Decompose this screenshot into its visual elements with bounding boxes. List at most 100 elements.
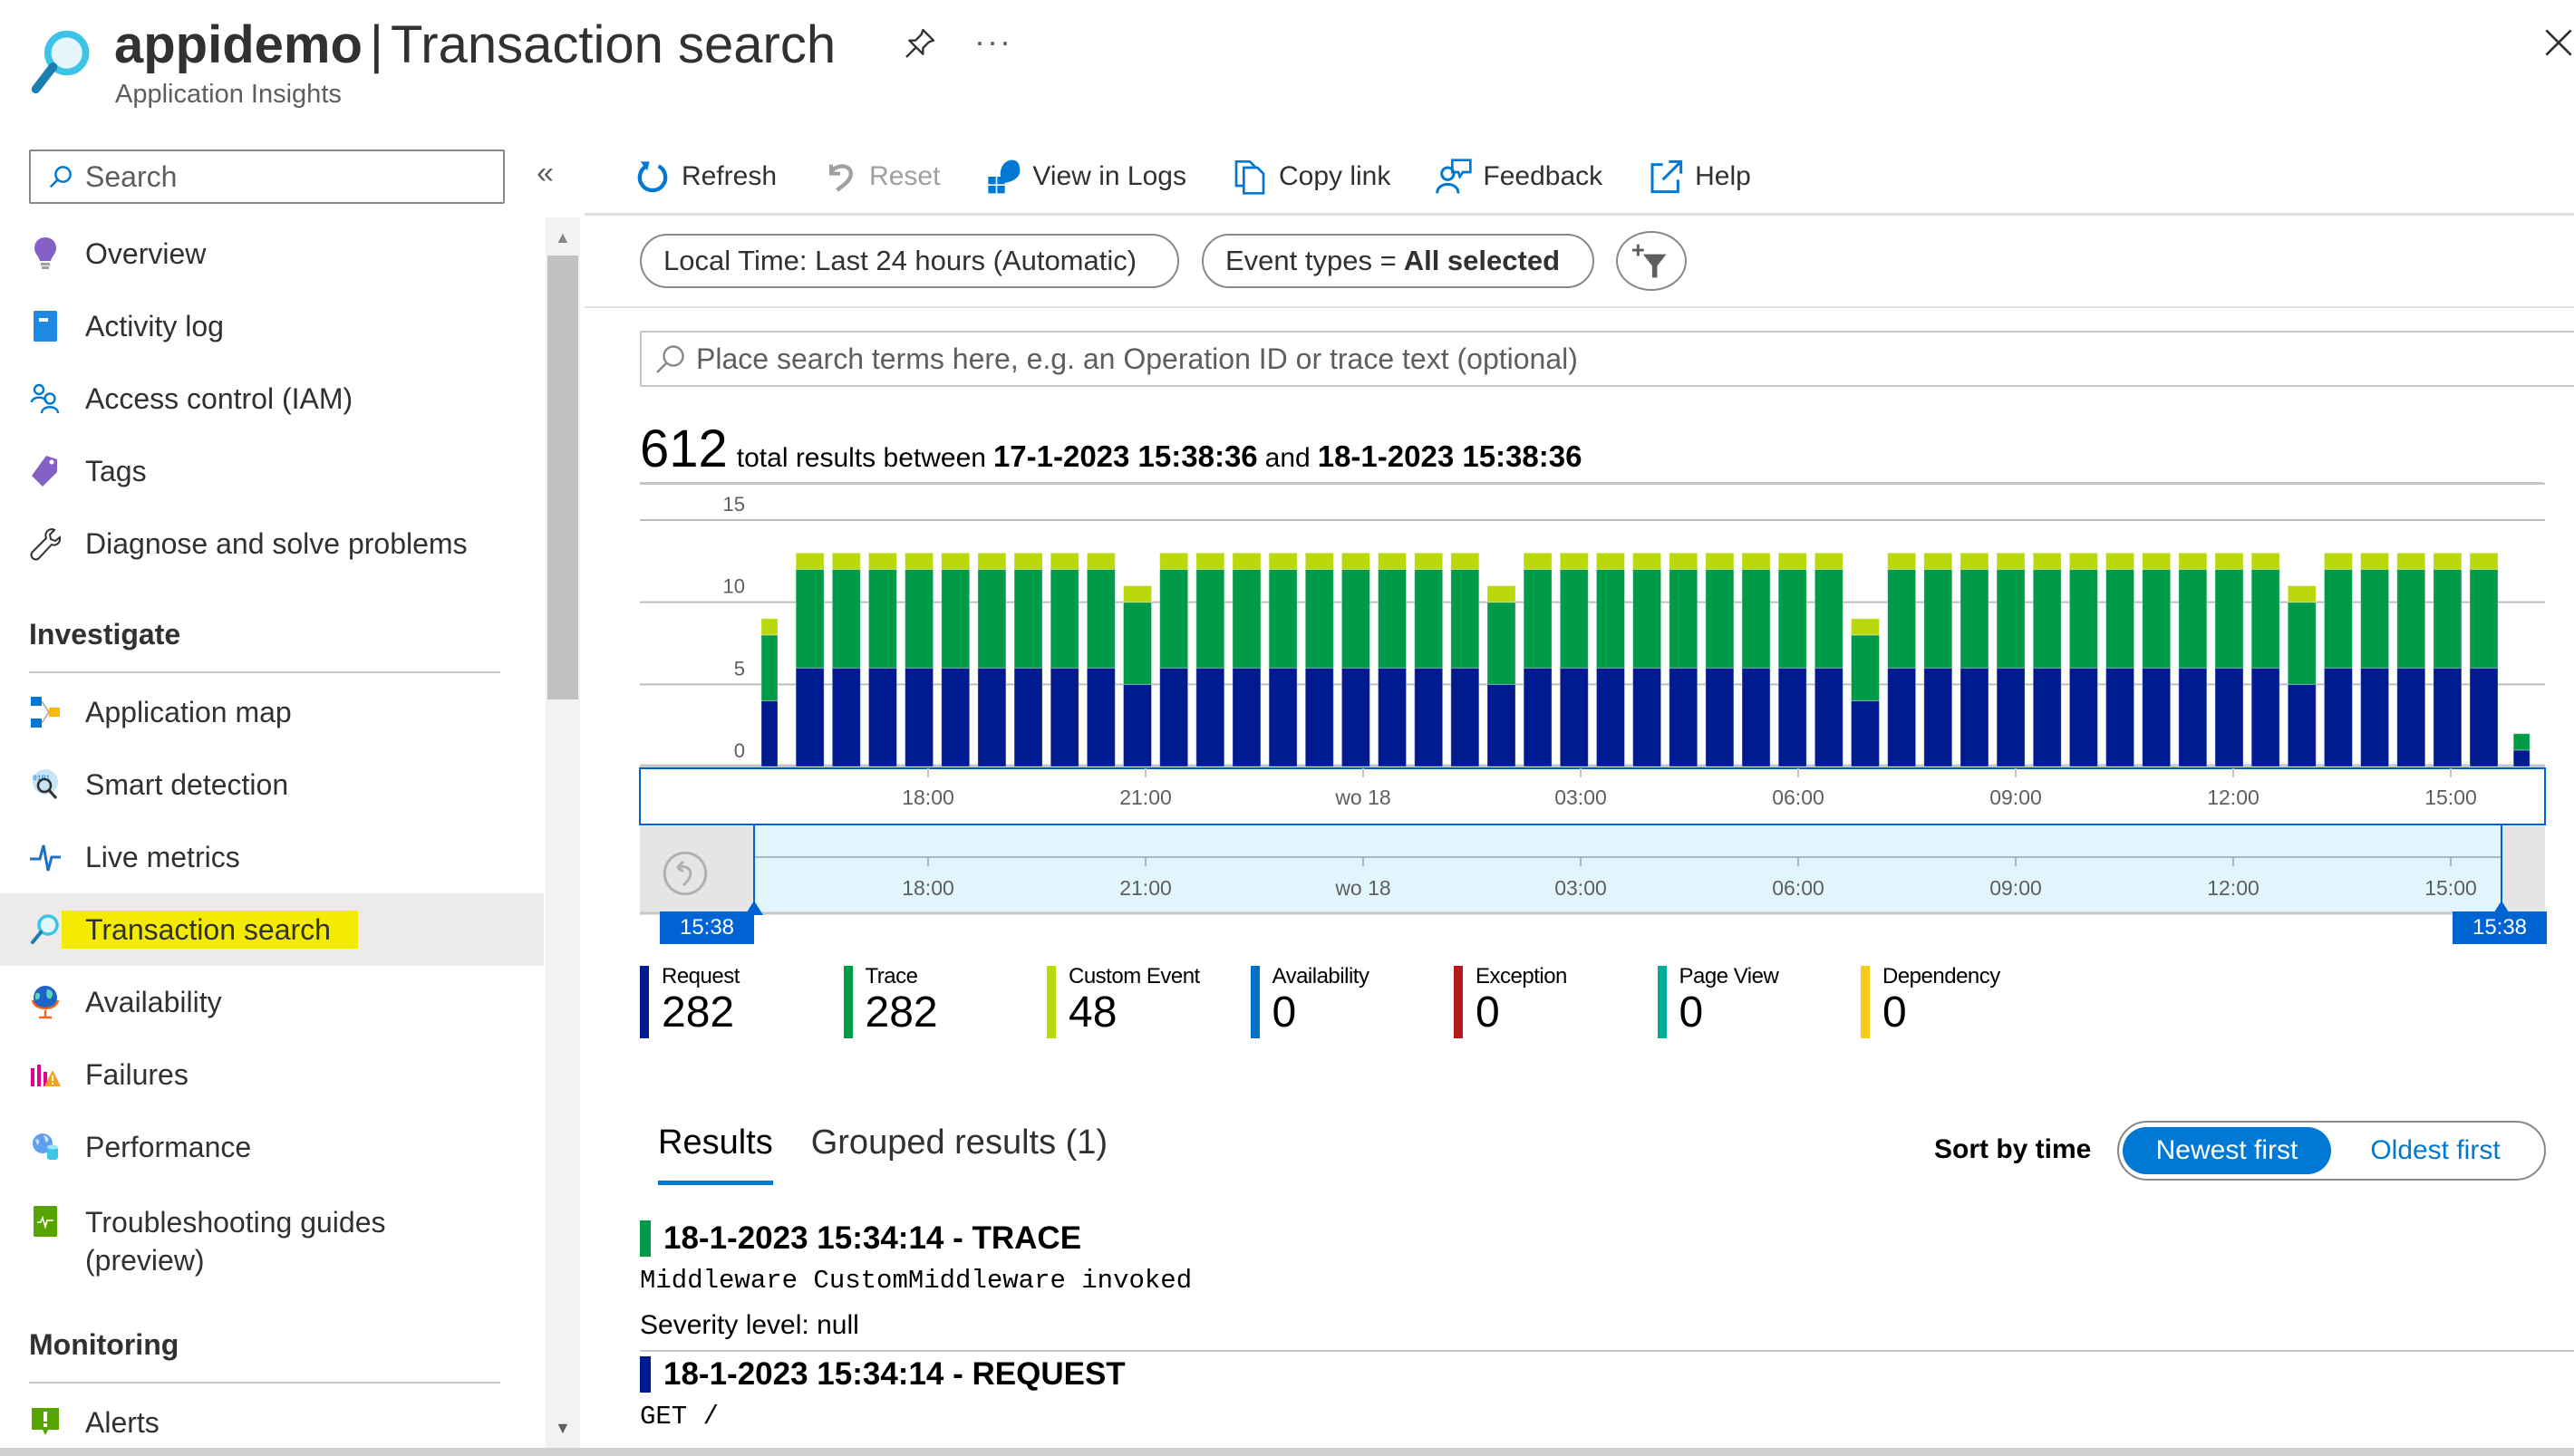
collapse-sidebar-icon[interactable]: « [537, 156, 554, 191]
reset-button[interactable]: Reset [822, 159, 940, 195]
sidebar-search-input[interactable]: Search [29, 149, 505, 204]
sidebar-nav: Overview Activity log Access control (IA… [0, 217, 544, 1450]
scroll-down-arrow-icon[interactable]: ▼ [555, 1419, 571, 1438]
bar-custom-event-26 [1705, 552, 1735, 570]
bar-custom-event-41 [2250, 552, 2280, 570]
event-types-value: All selected [1403, 245, 1561, 276]
copy-icon [1234, 160, 1265, 195]
trace-type-marker [640, 1220, 651, 1257]
close-icon[interactable] [2543, 27, 2574, 58]
result-item[interactable]: 18-1-2023 15:34:14 - TRACE Middleware Cu… [640, 1220, 2574, 1341]
bar-custom-event-1 [795, 552, 825, 570]
sidebar-item-smart-detection[interactable]: 0101 Smart detection [0, 748, 544, 821]
bar-request-46 [2433, 667, 2463, 767]
bar-request-35 [2032, 667, 2062, 767]
sidebar-item-application-map[interactable]: Application map [0, 676, 544, 748]
range-selector-track[interactable] [640, 826, 2545, 913]
search-icon [27, 911, 63, 948]
sidebar-item-access-control[interactable]: Access control (IAM) [0, 362, 544, 435]
sidebar-item-failures[interactable]: Failures [0, 1038, 544, 1111]
legend-count: 0 [1882, 988, 1907, 1037]
bar-trace-8 [1050, 568, 1079, 669]
sidebar-item-overview[interactable]: Overview [0, 217, 544, 290]
time-range-filter[interactable]: Local Time: Last 24 hours (Automatic) [640, 234, 1179, 288]
legend-text: Custom Event 48 [1069, 964, 1200, 1042]
legend-item-exception[interactable]: Exception 0 [1454, 964, 1658, 1042]
transaction-search-input[interactable] [696, 342, 2418, 376]
result-item[interactable]: 18-1-2023 15:34:14 - REQUEST GET / [640, 1356, 2574, 1432]
feedback-button[interactable]: Feedback [1436, 159, 1602, 195]
refresh-button[interactable]: Refresh [634, 159, 777, 195]
y-tick-label: 15 [723, 493, 745, 516]
legend-item-custom-event[interactable]: Custom Event 48 [1047, 964, 1251, 1042]
legend-item-request[interactable]: Request 282 [640, 964, 844, 1042]
bar-trace-34 [1996, 568, 2026, 669]
bar-trace-4 [905, 568, 934, 669]
bar-request-4 [905, 667, 934, 767]
total-results-count: 612 [640, 419, 728, 478]
sidebar-item-transaction-search[interactable]: Transaction search [0, 893, 544, 966]
scroll-up-arrow-icon[interactable]: ▲ [555, 228, 571, 247]
sidebar-item-activity-log[interactable]: Activity log [0, 290, 544, 362]
bar-trace-7 [1013, 568, 1043, 669]
add-filter-icon [1631, 244, 1667, 278]
sidebar-item-label-line1: Troubleshooting guides [85, 1206, 386, 1239]
bar-request-29 [1814, 667, 1843, 767]
legend-item-availability[interactable]: Availability 0 [1250, 964, 1455, 1042]
result-header: 18-1-2023 15:34:14 - REQUEST [640, 1356, 2574, 1393]
bar-custom-event-14 [1268, 552, 1298, 570]
event-types-filter[interactable]: Event types = All selected [1202, 234, 1594, 288]
brush-end-time[interactable]: 15:38 [2453, 911, 2547, 944]
bar-request-11 [1159, 667, 1189, 767]
tab-grouped-results[interactable]: Grouped results (1) [811, 1123, 1108, 1185]
sidebar-item-tags[interactable]: Tags [0, 435, 544, 507]
bar-custom-event-25 [1669, 552, 1698, 570]
bar-request-26 [1705, 667, 1735, 767]
legend-color-swatch [1454, 966, 1463, 1038]
legend-item-page-view[interactable]: Page View 0 [1657, 964, 1862, 1042]
bar-custom-event-3 [867, 552, 897, 570]
legend-name: Availability [1272, 964, 1369, 988]
application-insights-icon [31, 30, 90, 94]
bar-request-21 [1523, 667, 1553, 767]
sidebar-item-performance[interactable]: Performance [0, 1111, 544, 1183]
logs-icon [988, 159, 1021, 194]
range-tick-label: 09:00 [1989, 876, 2042, 900]
help-button[interactable]: Help [1648, 159, 1751, 195]
bar-trace-9 [1086, 568, 1116, 669]
bar-custom-event-46 [2433, 552, 2463, 570]
reset-zoom-icon[interactable] [662, 850, 709, 897]
bar-request-10 [1123, 683, 1152, 767]
bar-custom-event-32 [1923, 552, 1953, 570]
legend-item-trace[interactable]: Trace 282 [843, 964, 1048, 1042]
sidebar-item-diagnose[interactable]: Diagnose and solve problems [0, 507, 544, 580]
sort-newest-first[interactable]: Newest first [2123, 1127, 2331, 1174]
add-filter-button[interactable] [1616, 231, 1687, 291]
copy-link-button[interactable]: Copy link [1232, 159, 1390, 195]
bar-custom-event-29 [1814, 552, 1843, 570]
failures-icon [27, 1056, 63, 1093]
sort-oldest-first[interactable]: Oldest first [2331, 1127, 2540, 1174]
legend-item-dependency[interactable]: Dependency 0 [1861, 964, 2065, 1042]
external-link-icon [1650, 159, 1683, 194]
bar-request-37 [2105, 667, 2135, 767]
bar-custom-event-21 [1523, 552, 1553, 570]
pin-icon[interactable] [902, 25, 938, 62]
bar-request-24 [1632, 667, 1662, 767]
sidebar-item-troubleshooting-guides[interactable]: Troubleshooting guides (preview) [0, 1183, 544, 1283]
sidebar-item-alerts[interactable]: Alerts [0, 1386, 544, 1450]
sidebar-item-live-metrics[interactable]: Live metrics [0, 821, 544, 893]
tab-results[interactable]: Results [658, 1123, 773, 1185]
view-in-logs-button[interactable]: View in Logs [985, 159, 1186, 195]
sidebar-item-availability[interactable]: Availability [0, 966, 544, 1038]
brush-start-time[interactable]: 15:38 [660, 911, 754, 944]
range-tick-label: 06:00 [1772, 876, 1824, 900]
bar-trace-48 [2512, 733, 2530, 751]
more-options-icon[interactable]: ··· [974, 23, 1012, 61]
bar-request-38 [2142, 667, 2172, 767]
legend-text: Trace 282 [866, 964, 938, 1042]
sidebar-scrollbar-thumb[interactable] [547, 256, 578, 699]
bar-trace-36 [2068, 568, 2098, 669]
legend-text: Availability 0 [1272, 964, 1369, 1042]
range-tick-label: 15:00 [2424, 876, 2477, 900]
